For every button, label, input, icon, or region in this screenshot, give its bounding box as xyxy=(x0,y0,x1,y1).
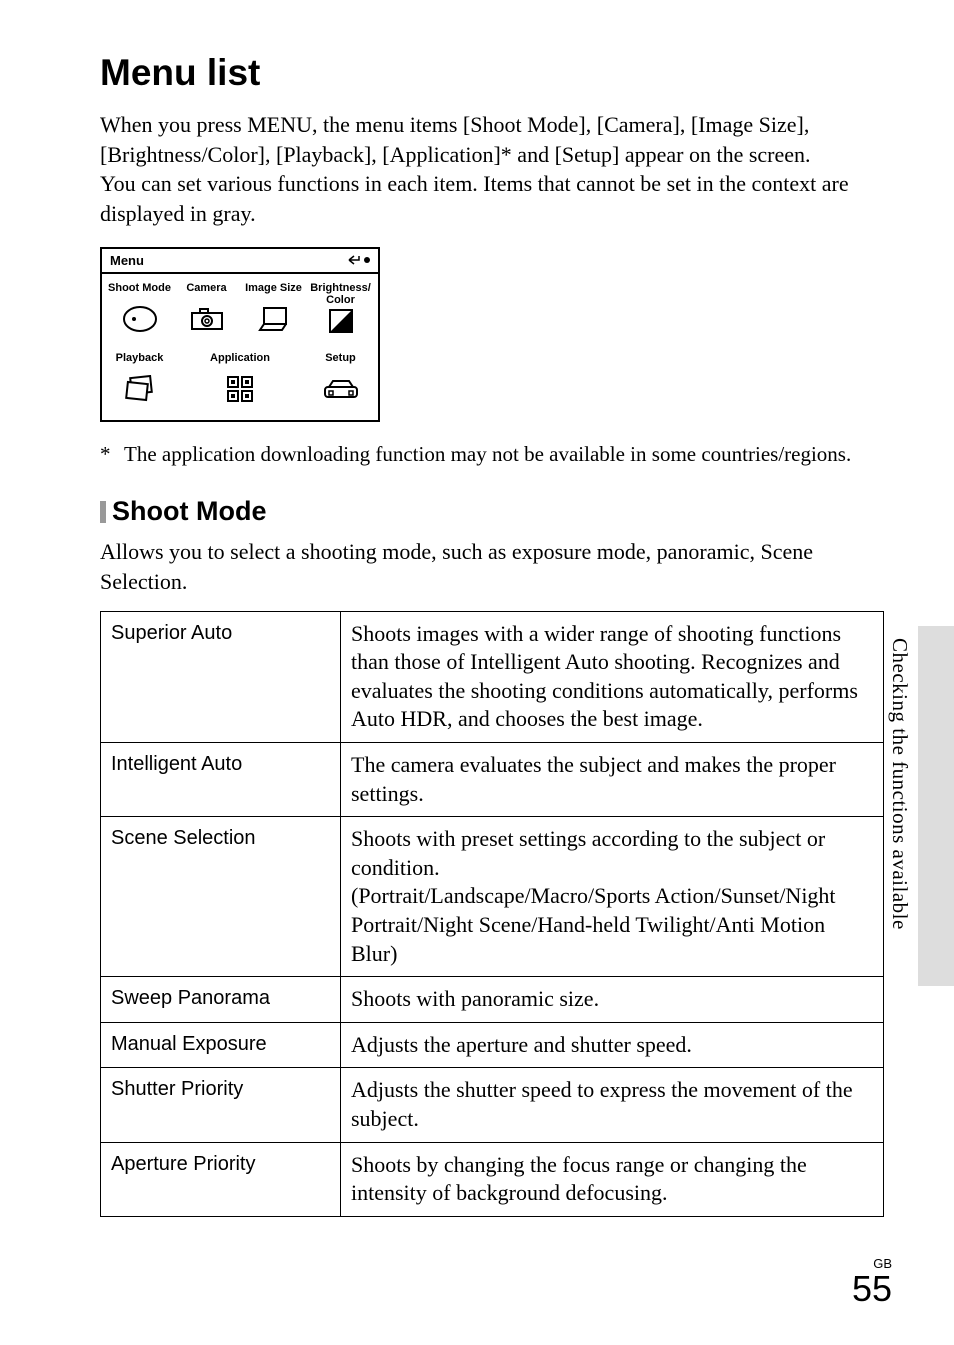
section-bar-icon xyxy=(100,501,106,523)
menu-item-shoot-mode: Shoot Mode xyxy=(106,282,173,304)
brightness-icon xyxy=(328,308,354,339)
back-icon xyxy=(347,255,370,265)
menu-item-image-size: Image Size xyxy=(240,282,307,304)
footnote: * The application downloading function m… xyxy=(100,440,884,468)
mode-label: Scene Selection xyxy=(101,817,341,977)
side-tab xyxy=(918,626,954,986)
menu-item-camera: Camera xyxy=(173,282,240,304)
section-title: Shoot Mode xyxy=(112,496,266,527)
page-title: Menu list xyxy=(100,52,884,94)
mode-label: Superior Auto xyxy=(101,611,341,742)
mode-label: Sweep Panorama xyxy=(101,977,341,1023)
mode-label: Aperture Priority xyxy=(101,1142,341,1216)
page-number: 55 xyxy=(852,1271,892,1307)
mode-description: Shoots with preset settings according to… xyxy=(341,817,884,977)
mode-description: Adjusts the shutter speed to express the… xyxy=(341,1068,884,1142)
menu-item-brightness: Brightness/ Color xyxy=(307,282,374,306)
mode-label: Intelligent Auto xyxy=(101,743,341,817)
mode-label: Shutter Priority xyxy=(101,1068,341,1142)
menu-item-setup: Setup xyxy=(307,352,374,374)
intro-text: When you press MENU, the menu items [Sho… xyxy=(100,110,884,229)
shoot-mode-icon xyxy=(122,305,158,338)
page-footer: GB 55 xyxy=(852,1256,892,1307)
mode-description: The camera evaluates the subject and mak… xyxy=(341,743,884,817)
table-row: Intelligent AutoThe camera evaluates the… xyxy=(101,743,884,817)
table-row: Sweep PanoramaShoots with panoramic size… xyxy=(101,977,884,1023)
camera-icon xyxy=(190,307,224,336)
table-row: Manual ExposureAdjusts the aperture and … xyxy=(101,1022,884,1068)
mode-label: Manual Exposure xyxy=(101,1022,341,1068)
menu-item-application: Application xyxy=(173,352,307,374)
mode-description: Adjusts the aperture and shutter speed. xyxy=(341,1022,884,1068)
section-text: Allows you to select a shooting mode, su… xyxy=(100,537,884,596)
footnote-marker: * xyxy=(100,440,124,468)
mode-description: Shoots with panoramic size. xyxy=(341,977,884,1023)
mode-description: Shoots by changing the focus range or ch… xyxy=(341,1142,884,1216)
table-row: Aperture PriorityShoots by changing the … xyxy=(101,1142,884,1216)
shoot-mode-table: Superior AutoShoots images with a wider … xyxy=(100,611,884,1217)
menu-item-playback: Playback xyxy=(106,352,173,374)
setup-icon xyxy=(323,379,359,404)
image-size-icon xyxy=(258,306,290,337)
table-row: Superior AutoShoots images with a wider … xyxy=(101,611,884,742)
side-section-label: Checking the functions available xyxy=(887,638,912,930)
menu-diagram: Menu Shoot Mode Camera xyxy=(100,247,380,422)
mode-description: Shoots images with a wider range of shoo… xyxy=(341,611,884,742)
menu-diagram-title: Menu xyxy=(110,253,144,268)
table-row: Scene SelectionShoots with preset settin… xyxy=(101,817,884,977)
application-icon xyxy=(226,375,254,408)
playback-icon xyxy=(123,375,157,408)
table-row: Shutter PriorityAdjusts the shutter spee… xyxy=(101,1068,884,1142)
footnote-text: The application downloading function may… xyxy=(124,440,851,468)
